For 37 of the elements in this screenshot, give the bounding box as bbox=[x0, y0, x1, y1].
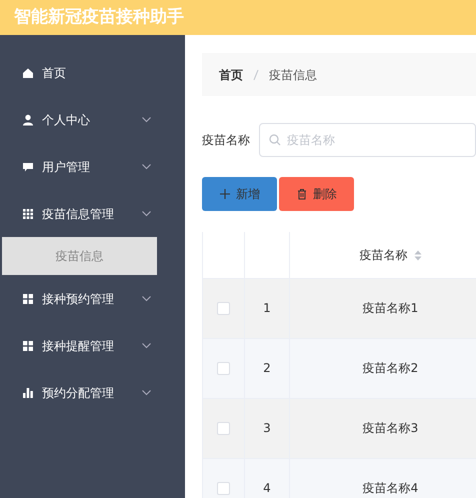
grid-icon bbox=[22, 292, 34, 304]
home-icon bbox=[22, 66, 34, 78]
table-cell: 疫苗名称2 bbox=[290, 338, 476, 398]
table-cell: 疫苗名称1 bbox=[290, 278, 476, 338]
chat-icon bbox=[22, 160, 34, 172]
breadcrumb-current: 疫苗信息 bbox=[269, 66, 317, 84]
row-checkbox[interactable] bbox=[217, 362, 230, 376]
bar-chart-icon bbox=[22, 386, 34, 398]
grid-icon bbox=[22, 340, 34, 352]
sidebar-item[interactable]: 接种预约管理 bbox=[0, 275, 185, 322]
table-cell: 1 bbox=[244, 278, 290, 338]
breadcrumb-link[interactable]: 首页 bbox=[219, 66, 243, 84]
sidebar-item[interactable]: 接种提醒管理 bbox=[0, 322, 185, 369]
grid-icon bbox=[22, 208, 34, 220]
search-field[interactable]: 疫苗名称 bbox=[259, 123, 476, 157]
delete-button[interactable]: 删除 bbox=[279, 177, 354, 211]
row-checkbox[interactable] bbox=[217, 482, 230, 496]
user-icon bbox=[22, 114, 34, 126]
search-label: 疫苗名称 bbox=[202, 132, 250, 149]
sidebar-item[interactable]: 个人中心 bbox=[0, 96, 185, 143]
sidebar-item[interactable]: 首页 bbox=[0, 49, 185, 96]
trash-icon bbox=[296, 188, 308, 200]
table-cell: 3 bbox=[244, 398, 290, 458]
table-cell: 疫苗名称4 bbox=[290, 458, 476, 498]
sidebar-item[interactable]: 疫苗信息管理 bbox=[0, 190, 185, 237]
column-header[interactable]: 疫苗名称 bbox=[360, 248, 408, 262]
table-cell: 4 bbox=[244, 458, 290, 498]
sort-icon[interactable] bbox=[414, 250, 422, 261]
breadcrumb-separator bbox=[253, 68, 259, 80]
row-checkbox[interactable] bbox=[217, 302, 230, 316]
sidebar-item[interactable]: 预约分配管理 bbox=[0, 369, 185, 416]
table-cell: 2 bbox=[244, 338, 290, 398]
plus-icon bbox=[219, 188, 231, 200]
app-title: 智能新冠疫苗接种助手 bbox=[14, 6, 184, 29]
table-cell: 疫苗名称3 bbox=[290, 398, 476, 458]
row-checkbox[interactable] bbox=[217, 422, 230, 436]
sidebar-item[interactable]: 用户管理 bbox=[0, 143, 185, 190]
